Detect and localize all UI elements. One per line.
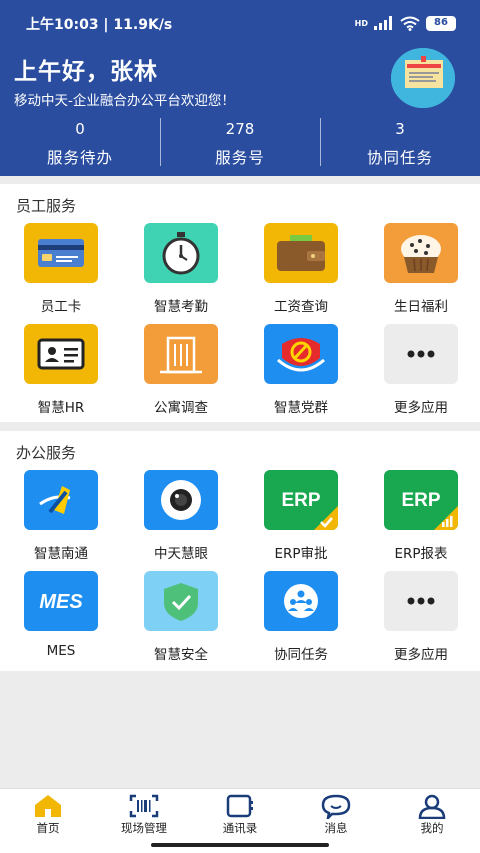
section-title: 办公服务 (16, 444, 77, 462)
app-erp-report[interactable]: ERP ERP报表 (360, 470, 480, 570)
app-smart-party[interactable]: 智慧党群 (240, 324, 360, 424)
erp-report-icon: ERP (384, 470, 458, 530)
mes-icon: MES (24, 571, 98, 631)
stat-service-todo[interactable]: 0 服务待办 (0, 116, 160, 170)
status-bar: 上午10:03 | 11.9K/s HD 86 (0, 0, 480, 44)
app-collab-task[interactable]: 协同任务 (240, 571, 360, 671)
stat-value: 3 (395, 120, 405, 138)
section-title: 员工服务 (16, 197, 77, 215)
app-more-employee[interactable]: 更多应用 (360, 324, 480, 424)
app-label: ERP审批 (274, 546, 328, 562)
stat-label: 服务号 (215, 149, 265, 167)
message-icon (321, 794, 351, 819)
badge-icon (24, 324, 98, 384)
app-label: 生日福利 (394, 299, 448, 315)
office-services-section: 办公服务 智慧南通 中天慧眼 ERP ERP审批 ERP ERP报表 MES M… (0, 431, 480, 671)
contacts-icon (226, 794, 253, 818)
status-icons: HD 86 (355, 14, 456, 32)
app-more-office[interactable]: 更多应用 (360, 571, 480, 671)
app-label: ERP报表 (394, 546, 448, 562)
home-indicator[interactable] (151, 843, 329, 847)
battery-icon: 86 (426, 15, 456, 31)
app-label: 员工卡 (40, 299, 82, 315)
camera-icon (144, 470, 218, 530)
stat-value: 278 (225, 120, 255, 138)
id-card-icon (24, 223, 98, 283)
home-icon (35, 795, 61, 817)
signal-icon (374, 16, 392, 30)
nav-label: 我的 (420, 821, 444, 835)
app-label: 工资查询 (274, 299, 328, 315)
nav-label: 通讯录 (222, 821, 258, 835)
app-smart-hr[interactable]: 智慧HR (0, 324, 120, 424)
welcome-text: 移动中天-企业融合办公平台欢迎您！ (14, 93, 235, 109)
app-label: 智慧党群 (274, 400, 328, 416)
app-label: 更多应用 (394, 400, 448, 416)
app-label: 协同任务 (274, 647, 328, 663)
svg-text:ERP: ERP (401, 490, 440, 511)
app-label: 智慧HR (37, 400, 85, 416)
nav-label: 消息 (324, 821, 348, 835)
app-smart-safety[interactable]: 智慧安全 (120, 571, 240, 671)
shield-icon (144, 571, 218, 631)
stat-label: 服务待办 (46, 149, 113, 167)
app-smart-nantong[interactable]: 智慧南通 (0, 470, 120, 570)
cake-icon (384, 223, 458, 283)
app-zhongtian-eye[interactable]: 中天慧眼 (120, 470, 240, 570)
app-label: 中天慧眼 (154, 546, 208, 562)
stat-label: 协同任务 (366, 149, 433, 167)
stopwatch-icon (144, 223, 218, 283)
app-label: 智慧南通 (34, 546, 88, 562)
app-apartment-survey[interactable]: 公寓调查 (120, 324, 240, 424)
wifi-icon (400, 16, 420, 31)
employee-services-section: 员工服务 员工卡 智慧考勤 工资查询 生日福利 智慧HR 公寓调查 智慧党群 更… (0, 184, 480, 422)
stat-service-number[interactable]: 278 服务号 (160, 116, 320, 170)
app-label: 智慧安全 (154, 647, 208, 663)
nav-label: 首页 (36, 821, 60, 835)
app-salary-query[interactable]: 工资查询 (240, 223, 360, 323)
team-icon (264, 571, 338, 631)
avatar[interactable] (391, 48, 455, 108)
header: 上午10:03 | 11.9K/s HD 86 上午好，张林 移动中天-企业融合… (0, 0, 480, 176)
status-time: 上午10:03 | 11.9K/s (26, 17, 173, 33)
app-label: 更多应用 (394, 647, 448, 663)
app-mes[interactable]: MES MES (0, 571, 120, 671)
profile-icon (418, 794, 446, 819)
hd-indicator: HD (354, 18, 368, 28)
app-smart-attendance[interactable]: 智慧考勤 (120, 223, 240, 323)
more-icon (384, 324, 458, 384)
wallet-icon (264, 223, 338, 283)
app-label: MES (46, 643, 76, 659)
building-icon (144, 324, 218, 384)
app-label: 公寓调查 (154, 400, 208, 416)
app-birthday-benefit[interactable]: 生日福利 (360, 223, 480, 323)
app-employee-card[interactable]: 员工卡 (0, 223, 120, 323)
nav-profile[interactable]: 我的 (384, 789, 480, 853)
erp-approve-icon: ERP (264, 470, 338, 530)
nav-label: 现场管理 (121, 821, 167, 835)
greeting-text: 上午好，张林 (14, 59, 158, 85)
stat-value: 0 (75, 120, 85, 138)
app-erp-approval[interactable]: ERP ERP审批 (240, 470, 360, 570)
scan-icon (129, 794, 159, 818)
more-icon (384, 571, 458, 631)
party-emblem-icon (264, 324, 338, 384)
app-label: 智慧考勤 (154, 299, 208, 315)
stat-collab-task[interactable]: 3 协同任务 (320, 116, 480, 170)
nav-home[interactable]: 首页 (0, 789, 96, 853)
header-stats: 0 服务待办 278 服务号 3 协同任务 (0, 116, 480, 170)
svg-text:MES: MES (39, 591, 83, 613)
nantong-logo-icon (24, 470, 98, 530)
svg-text:ERP: ERP (281, 490, 320, 511)
